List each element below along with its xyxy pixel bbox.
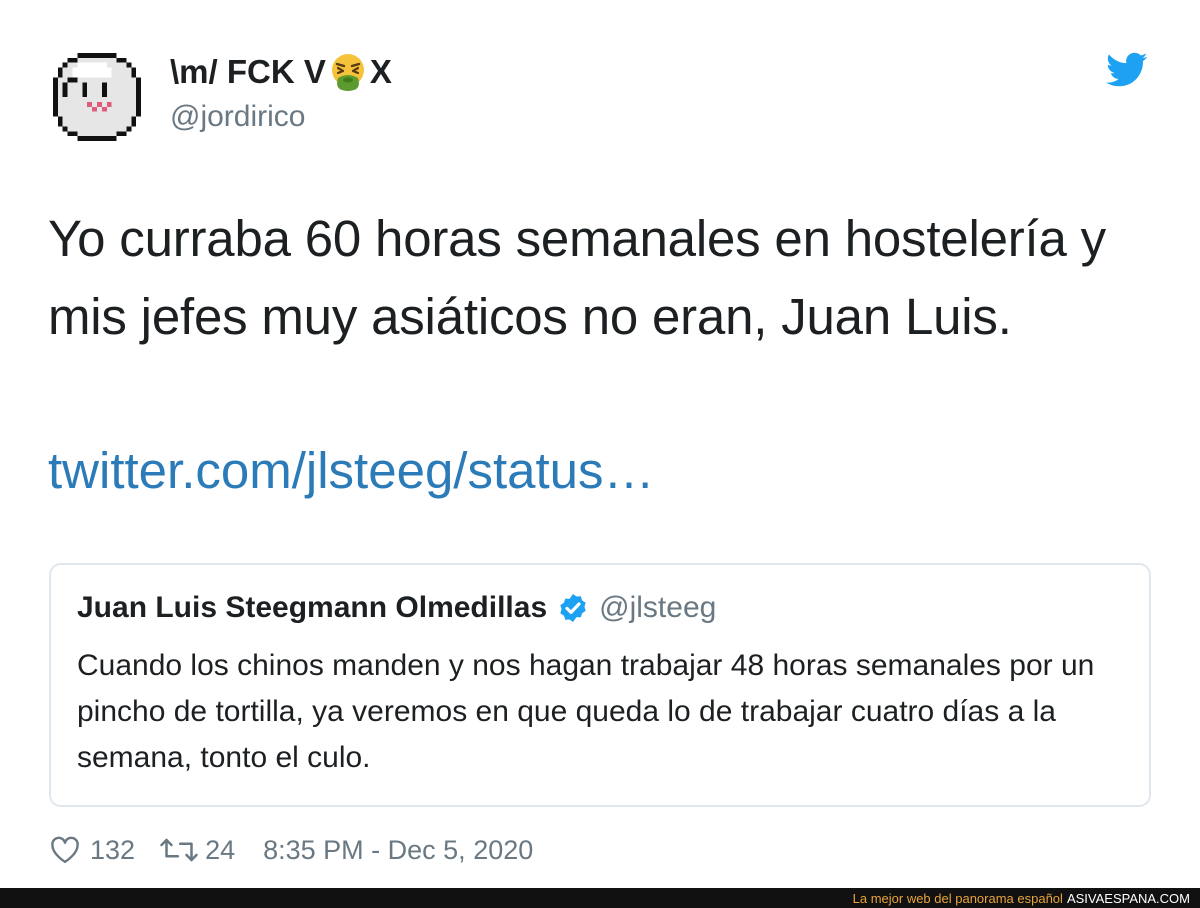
- quoted-tweet-text: Cuando los chinos manden y nos hagan tra…: [77, 649, 1095, 774]
- twitter-bird-icon[interactable]: [1106, 52, 1148, 88]
- heart-icon[interactable]: [50, 836, 80, 864]
- author-name[interactable]: \m/ FCK V X: [170, 52, 392, 92]
- author-handle[interactable]: @jordirico: [170, 100, 305, 134]
- retweet-count[interactable]: 24: [205, 835, 235, 866]
- watermark-site[interactable]: ASIVAESPANA.COM: [1067, 891, 1190, 906]
- watermark-bar: La mejor web del panorama español ASIVAE…: [0, 888, 1200, 908]
- retweet-icon[interactable]: [159, 836, 199, 864]
- like-count[interactable]: 132: [90, 835, 135, 866]
- avatar[interactable]: [48, 48, 146, 146]
- author-name-suffix: X: [369, 53, 392, 90]
- tweet-footer: 132 24 8:35 PM - Dec 5, 2020: [50, 832, 533, 868]
- tweet-link[interactable]: twitter.com/jlsteeg/status…: [48, 432, 655, 510]
- quoted-author-handle[interactable]: @jlsteeg: [599, 591, 716, 625]
- quoted-tweet-card[interactable]: Juan Luis Steegmann Olmedillas @jlsteeg …: [49, 563, 1151, 807]
- watermark-tagline: La mejor web del panorama español: [852, 890, 1063, 906]
- embedded-tweet: \m/ FCK V X @jordirico Yo curraba 60 hor…: [0, 0, 1200, 888]
- quoted-tweet-header: Juan Luis Steegmann Olmedillas @jlsteeg: [77, 591, 716, 625]
- tweet-text: Yo curraba 60 horas semanales en hostele…: [48, 210, 1106, 345]
- quoted-author-name[interactable]: Juan Luis Steegmann Olmedillas: [77, 591, 547, 625]
- face-vomiting-icon: [331, 54, 364, 91]
- verified-badge-icon: [560, 594, 586, 622]
- author-name-prefix: \m/ FCK V: [170, 53, 326, 90]
- tweet-timestamp[interactable]: 8:35 PM - Dec 5, 2020: [263, 835, 533, 866]
